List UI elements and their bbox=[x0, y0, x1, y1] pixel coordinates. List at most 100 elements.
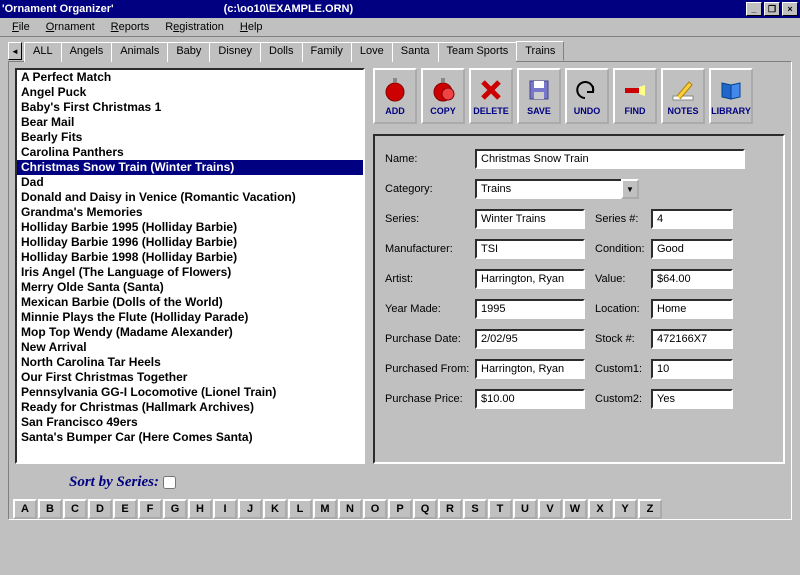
list-item[interactable]: New Arrival bbox=[17, 340, 363, 355]
menu-registration[interactable]: Registration bbox=[157, 19, 232, 35]
list-item[interactable]: Angel Puck bbox=[17, 85, 363, 100]
tab-all[interactable]: ALL bbox=[24, 42, 62, 62]
category-select[interactable]: ▼ bbox=[475, 179, 639, 199]
stock-input[interactable] bbox=[651, 329, 733, 349]
alpha-j[interactable]: J bbox=[238, 499, 262, 519]
list-item[interactable]: Holliday Barbie 1995 (Holliday Barbie) bbox=[17, 220, 363, 235]
alpha-n[interactable]: N bbox=[338, 499, 362, 519]
menu-help[interactable]: Help bbox=[232, 19, 271, 35]
year-input[interactable] bbox=[475, 299, 585, 319]
alpha-r[interactable]: R bbox=[438, 499, 462, 519]
close-button[interactable]: × bbox=[782, 2, 798, 16]
list-item[interactable]: Merry Olde Santa (Santa) bbox=[17, 280, 363, 295]
tab-baby[interactable]: Baby bbox=[167, 42, 210, 62]
custom2-input[interactable] bbox=[651, 389, 733, 409]
alpha-h[interactable]: H bbox=[188, 499, 212, 519]
tab-scroll-left[interactable]: ◄ bbox=[8, 42, 22, 60]
list-item[interactable]: Our First Christmas Together bbox=[17, 370, 363, 385]
alpha-w[interactable]: W bbox=[563, 499, 587, 519]
list-item[interactable]: Grandma's Memories bbox=[17, 205, 363, 220]
alpha-u[interactable]: U bbox=[513, 499, 537, 519]
custom1-input[interactable] bbox=[651, 359, 733, 379]
alpha-p[interactable]: P bbox=[388, 499, 412, 519]
minimize-button[interactable]: _ bbox=[746, 2, 762, 16]
alpha-m[interactable]: M bbox=[313, 499, 337, 519]
artist-input[interactable] bbox=[475, 269, 585, 289]
purchdate-input[interactable] bbox=[475, 329, 585, 349]
category-input[interactable] bbox=[475, 179, 621, 199]
list-item[interactable]: Mop Top Wendy (Madame Alexander) bbox=[17, 325, 363, 340]
list-item[interactable]: Iris Angel (The Language of Flowers) bbox=[17, 265, 363, 280]
sort-checkbox[interactable] bbox=[163, 476, 176, 489]
list-item[interactable]: Ready for Christmas (Hallmark Archives) bbox=[17, 400, 363, 415]
alpha-i[interactable]: I bbox=[213, 499, 237, 519]
alpha-z[interactable]: Z bbox=[638, 499, 662, 519]
list-item[interactable]: Mexican Barbie (Dolls of the World) bbox=[17, 295, 363, 310]
list-item[interactable]: Holliday Barbie 1996 (Holliday Barbie) bbox=[17, 235, 363, 250]
delete-button[interactable]: DELETE bbox=[469, 68, 513, 124]
chevron-down-icon[interactable]: ▼ bbox=[621, 179, 639, 199]
alpha-x[interactable]: X bbox=[588, 499, 612, 519]
seriesnum-input[interactable] bbox=[651, 209, 733, 229]
menu-reports[interactable]: Reports bbox=[103, 19, 158, 35]
tab-animals[interactable]: Animals bbox=[111, 42, 168, 62]
tab-trains[interactable]: Trains bbox=[516, 41, 564, 61]
list-item[interactable]: North Carolina Tar Heels bbox=[17, 355, 363, 370]
alpha-a[interactable]: A bbox=[13, 499, 37, 519]
alpha-y[interactable]: Y bbox=[613, 499, 637, 519]
alpha-b[interactable]: B bbox=[38, 499, 62, 519]
alpha-o[interactable]: O bbox=[363, 499, 387, 519]
value-input[interactable] bbox=[651, 269, 733, 289]
name-input[interactable] bbox=[475, 149, 745, 169]
library-button[interactable]: LIBRARY bbox=[709, 68, 753, 124]
alpha-g[interactable]: G bbox=[163, 499, 187, 519]
alpha-f[interactable]: F bbox=[138, 499, 162, 519]
find-button[interactable]: FIND bbox=[613, 68, 657, 124]
copy-button[interactable]: COPY bbox=[421, 68, 465, 124]
ornament-list[interactable]: A Perfect MatchAngel PuckBaby's First Ch… bbox=[15, 68, 365, 464]
purchprice-input[interactable] bbox=[475, 389, 585, 409]
alpha-k[interactable]: K bbox=[263, 499, 287, 519]
condition-input[interactable] bbox=[651, 239, 733, 259]
alpha-d[interactable]: D bbox=[88, 499, 112, 519]
undo-button[interactable]: UNDO bbox=[565, 68, 609, 124]
tab-angels[interactable]: Angels bbox=[61, 42, 113, 62]
purchfrom-input[interactable] bbox=[475, 359, 585, 379]
tab-family[interactable]: Family bbox=[302, 42, 352, 62]
tab-love[interactable]: Love bbox=[351, 42, 393, 62]
add-button[interactable]: ADD bbox=[373, 68, 417, 124]
alpha-l[interactable]: L bbox=[288, 499, 312, 519]
list-item[interactable]: Santa's Bumper Car (Here Comes Santa) bbox=[17, 430, 363, 445]
list-item[interactable]: Bearly Fits bbox=[17, 130, 363, 145]
alpha-c[interactable]: C bbox=[63, 499, 87, 519]
list-item[interactable]: Pennsylvania GG-I Locomotive (Lionel Tra… bbox=[17, 385, 363, 400]
list-item[interactable]: Minnie Plays the Flute (Holliday Parade) bbox=[17, 310, 363, 325]
menu-ornament[interactable]: Ornament bbox=[38, 19, 103, 35]
menu-file[interactable]: File bbox=[4, 19, 38, 35]
notes-button[interactable]: NOTES bbox=[661, 68, 705, 124]
list-item[interactable]: Holliday Barbie 1998 (Holliday Barbie) bbox=[17, 250, 363, 265]
series-input[interactable] bbox=[475, 209, 585, 229]
tab-team-sports[interactable]: Team Sports bbox=[438, 42, 518, 62]
list-item[interactable]: Christmas Snow Train (Winter Trains) bbox=[17, 160, 363, 175]
alpha-e[interactable]: E bbox=[113, 499, 137, 519]
list-item[interactable]: A Perfect Match bbox=[17, 70, 363, 85]
seriesnum-label: Series #: bbox=[595, 213, 651, 225]
alpha-v[interactable]: V bbox=[538, 499, 562, 519]
list-item[interactable]: Donald and Daisy in Venice (Romantic Vac… bbox=[17, 190, 363, 205]
alpha-q[interactable]: Q bbox=[413, 499, 437, 519]
maximize-button[interactable]: ❐ bbox=[764, 2, 780, 16]
tab-disney[interactable]: Disney bbox=[209, 42, 261, 62]
tab-dolls[interactable]: Dolls bbox=[260, 42, 302, 62]
list-item[interactable]: Bear Mail bbox=[17, 115, 363, 130]
list-item[interactable]: San Francisco 49ers bbox=[17, 415, 363, 430]
save-button[interactable]: SAVE bbox=[517, 68, 561, 124]
location-input[interactable] bbox=[651, 299, 733, 319]
alpha-t[interactable]: T bbox=[488, 499, 512, 519]
manufacturer-input[interactable] bbox=[475, 239, 585, 259]
list-item[interactable]: Baby's First Christmas 1 bbox=[17, 100, 363, 115]
list-item[interactable]: Carolina Panthers bbox=[17, 145, 363, 160]
list-item[interactable]: Dad bbox=[17, 175, 363, 190]
alpha-s[interactable]: S bbox=[463, 499, 487, 519]
tab-santa[interactable]: Santa bbox=[392, 42, 439, 62]
